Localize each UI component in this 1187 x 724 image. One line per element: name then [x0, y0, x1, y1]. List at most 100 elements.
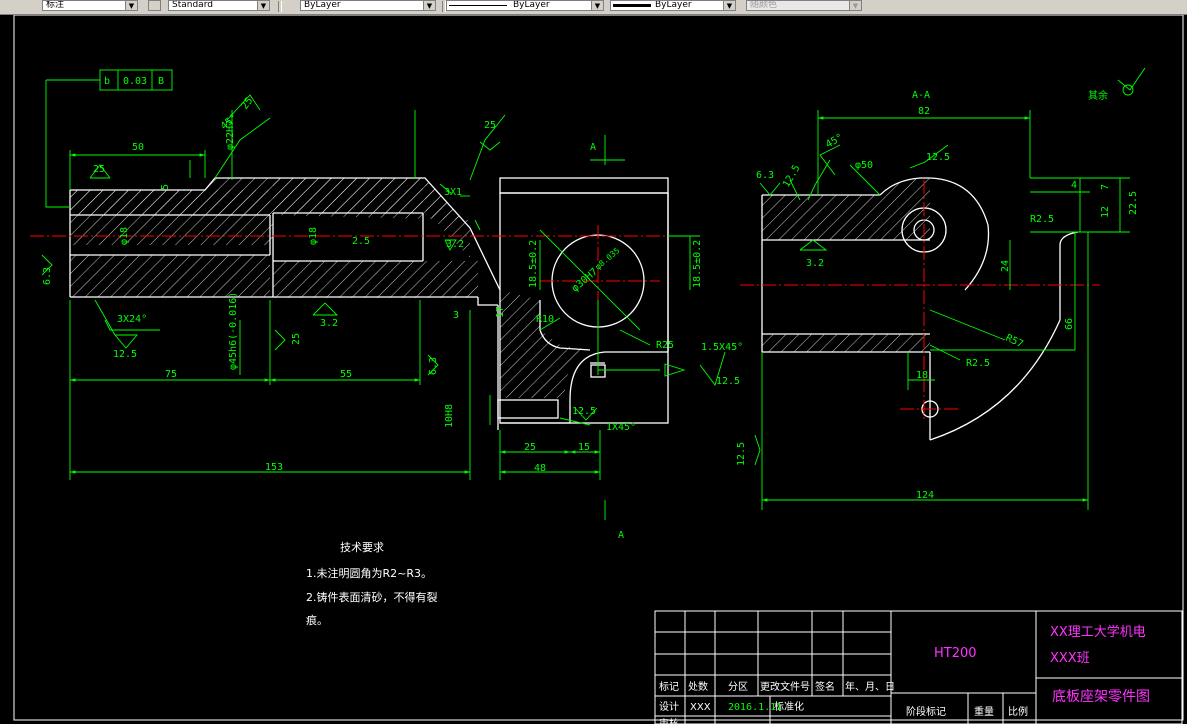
chevron-down-icon: ▼	[723, 1, 735, 10]
shaft-hatch-d	[273, 261, 478, 298]
shaft-hatch-b	[70, 255, 270, 297]
roughness-6-3-b: 6.3	[428, 357, 439, 375]
dim-phi18-b: φ18	[308, 227, 319, 245]
dim-82: 82	[918, 106, 930, 117]
tb-header-doc: 更改文件号	[760, 680, 810, 693]
gtol-datum: B	[158, 76, 164, 87]
linetype-select[interactable]: ByLayer ▼	[446, 0, 604, 11]
title-block: HT200 XX理工大学机电 XXX班 底板座架零件图 标记 处数 分区 更改文…	[654, 610, 1183, 724]
right-view: A-A 82 45° φ50 12.5 6.3 12.5 4 7 12 22.5…	[736, 67, 1146, 510]
material-label: HT200	[934, 646, 977, 661]
school-label: XX理工大学机电	[1050, 624, 1146, 640]
dim-153: 153	[265, 462, 283, 473]
chevron-down-icon: ▼	[423, 1, 435, 10]
tb-weight: 重量	[974, 705, 994, 718]
dim-7: 7	[1100, 184, 1111, 190]
dim-25-bottom: 25	[524, 442, 536, 453]
dim-r2-5-b: R2.5	[966, 358, 990, 369]
dim-10h8: 10H8	[444, 404, 455, 428]
section-title: A-A	[912, 90, 930, 101]
dim-18-5-b: 18.5±0.2	[692, 240, 703, 288]
roughness-3-2-r: 3.2	[806, 258, 824, 269]
text-style-select[interactable]: 标注 ▼	[42, 0, 138, 11]
dim-r25: R25	[656, 340, 674, 351]
dim-50: 50	[132, 142, 144, 153]
tb-row-design: 设计	[659, 700, 679, 713]
roughness-6-3-r: 6.3	[756, 170, 774, 181]
section-mark-a-bottom: A	[618, 530, 624, 541]
roughness-12-5-r2: 12.5	[781, 163, 803, 189]
part-name-label: 底板座架零件图	[1052, 689, 1150, 705]
tech-req-line-2: 2.铸件表面清砂，不得有裂	[306, 590, 438, 604]
dim-phi18-a: φ18	[119, 227, 130, 245]
dim-5: 5	[160, 184, 171, 190]
layer-select[interactable]: ByLayer ▼	[300, 0, 436, 11]
dim-18-5-a: 18.5±0.2	[528, 240, 539, 288]
dim-22-5: 22.5	[1128, 191, 1139, 215]
tb-header-mark: 标记	[659, 681, 679, 693]
dim-48: 48	[534, 463, 546, 474]
dim-1x45: 1X45°	[606, 422, 636, 433]
chevron-down-icon: ▼	[257, 1, 269, 10]
shaft-hatch-c	[273, 178, 423, 213]
dim-phi45h6: φ45h6(-0.016)	[228, 292, 239, 370]
gtol-value: 0.03	[123, 76, 147, 87]
dim-124: 124	[916, 490, 934, 501]
linetype-value: ByLayer	[513, 0, 550, 10]
roughness-12-5-b: 12.5	[716, 376, 740, 387]
chevron-down-icon: ▼	[125, 1, 137, 10]
dim-style-select[interactable]: Standard ▼	[168, 0, 270, 11]
dim-75: 75	[165, 369, 177, 380]
dim-phi22: φ22H7	[225, 120, 236, 150]
drawing-border	[13, 15, 1184, 721]
rest-roughness-label: 其余	[1088, 89, 1108, 102]
tb-designer: XXX	[690, 702, 711, 713]
tb-design-date: 2016.1.11	[728, 702, 782, 713]
text-style-value: 标注	[46, 0, 65, 10]
dim-18: 18	[916, 370, 928, 381]
tb-scale: 比例	[1008, 705, 1028, 718]
properties-toolbar: 标注 ▼ Standard ▼ ByLayer ▼ ByLayer ▼ ByLayer ▼…	[0, 0, 1187, 15]
dim-r10: R10	[536, 314, 554, 325]
dim-r2-5-a: R2.5	[1030, 214, 1054, 225]
tb-header-sign: 签名	[815, 680, 835, 693]
lineweight-swatch	[613, 4, 651, 7]
tb-row-review: 审核	[659, 717, 679, 724]
tech-requirements: 技术要求 1.未注明圆角为R2~R3。 2.铸件表面清砂，不得有裂 痕。	[306, 541, 438, 627]
shaft-hatch-a	[70, 190, 270, 215]
roughness-12-5-c: 12.5	[572, 406, 596, 417]
dim-roughness-25b: 25	[484, 120, 496, 131]
color-select[interactable]: 随颜色 ▼	[746, 0, 862, 11]
roughness-25: 25	[291, 333, 302, 345]
lineweight-select[interactable]: ByLayer ▼	[610, 0, 736, 11]
dim-3x24: 3X24°	[117, 314, 147, 325]
section-hatch-bottom	[762, 334, 930, 352]
layer-value: ByLayer	[304, 0, 341, 10]
dim-3x1: 3X1	[444, 187, 462, 198]
chevron-down-icon: ▼	[591, 1, 603, 10]
dim-1-5x45: 1.5X45°	[701, 342, 743, 353]
dim-24: 24	[1000, 260, 1011, 272]
color-value: 随颜色	[750, 0, 778, 10]
dim-55: 55	[340, 369, 352, 380]
roughness-12-5-r: 12.5	[926, 152, 950, 163]
chevron-down-icon: ▼	[849, 1, 861, 10]
class-label: XXX班	[1050, 651, 1090, 666]
linetype-swatch	[449, 5, 507, 6]
body-hatch	[500, 290, 590, 398]
section-mark-a-top: A	[590, 142, 596, 153]
tech-req-line-1: 1.未注明圆角为R2~R3。	[306, 566, 432, 580]
dim-2-5: 2.5	[352, 236, 370, 247]
dim-roughness-25a: 25	[239, 96, 255, 112]
tb-header-count: 处数	[688, 680, 708, 693]
drawing-canvas[interactable]: b 0.03 B 50 25 45° 25 25 5 φ22H7 3X1 3.2…	[0, 15, 1187, 724]
dim-style-icon[interactable]	[148, 0, 161, 11]
dim-phi30h7: φ30H7	[570, 267, 600, 295]
tb-stage-mark: 阶段标记	[906, 705, 946, 718]
dim-12: 12	[1100, 206, 1111, 218]
roughness-3-2-b: 3.2	[320, 318, 338, 329]
dim-phi50: φ50	[855, 160, 873, 171]
dim-3: 3	[453, 310, 459, 321]
roughness-12-5-r3: 12.5	[736, 442, 747, 466]
roughness-3-2-a: 3.2	[446, 239, 464, 250]
